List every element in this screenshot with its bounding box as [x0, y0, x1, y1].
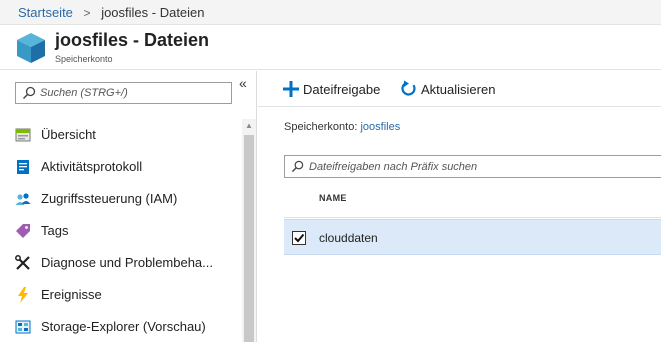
- scrollbar-thumb[interactable]: [244, 135, 254, 342]
- sidebar-search-box[interactable]: [15, 82, 232, 104]
- storage-account-label: Speicherkonto:: [284, 121, 358, 133]
- sidebar-item-label: Aktivitätsprotokoll: [41, 159, 143, 174]
- sidebar-item-label: Übersicht: [41, 127, 96, 142]
- breadcrumb: Startseite > joosfiles - Dateien: [0, 0, 661, 25]
- sidebar-search-input[interactable]: [40, 84, 228, 102]
- refresh-button[interactable]: Aktualisieren: [400, 79, 505, 99]
- table-row[interactable]: clouddaten: [284, 219, 661, 255]
- row-checkbox[interactable]: [292, 231, 306, 245]
- page-title: joosfiles - Dateien: [55, 30, 210, 50]
- storage-explorer-icon: [15, 320, 31, 334]
- share-search-input[interactable]: [309, 158, 649, 176]
- search-icon: [22, 86, 36, 100]
- page-header: joosfiles - Dateien Speicherkonto: [0, 25, 661, 70]
- sidebar-item-label: Zugriffssteuerung (IAM): [41, 191, 178, 206]
- file-share-name: clouddaten: [319, 231, 378, 245]
- breadcrumb-current: joosfiles - Dateien: [101, 5, 205, 20]
- toolbar: Dateifreigabe Aktualisieren: [258, 71, 661, 107]
- refresh-icon: [401, 80, 416, 96]
- page-subtitle: Speicherkonto: [55, 54, 113, 64]
- share-search-box[interactable]: [284, 155, 661, 178]
- main-content: Dateifreigabe Aktualisieren Speicherkont…: [258, 71, 661, 342]
- sidebar-item-tags[interactable]: Tags: [0, 215, 240, 247]
- sidebar-item-label: Tags: [41, 223, 69, 238]
- sidebar-nav: Übersicht Aktivitätsprotokoll Zugriffsst…: [0, 119, 240, 342]
- sidebar-item-label: Ereignisse: [41, 287, 102, 302]
- lightning-icon: [18, 287, 28, 303]
- search-icon: [291, 160, 304, 173]
- column-header-name[interactable]: NAME: [319, 193, 347, 203]
- breadcrumb-home-link[interactable]: Startseite: [18, 5, 73, 20]
- scroll-up-icon[interactable]: ▲: [245, 121, 253, 130]
- sidebar-item-activity-log[interactable]: Aktivitätsprotokoll: [0, 151, 240, 183]
- sidebar-item-diagnose[interactable]: Diagnose und Problembeha...: [0, 247, 240, 279]
- sidebar-item-label: Storage-Explorer (Vorschau): [41, 319, 206, 334]
- add-file-share-label: Dateifreigabe: [303, 82, 381, 97]
- sidebar-item-events[interactable]: Ereignisse: [0, 279, 240, 311]
- refresh-label: Aktualisieren: [421, 82, 496, 97]
- tag-icon: [16, 224, 30, 238]
- sidebar-scrollbar[interactable]: ▲: [242, 119, 256, 342]
- chevron-right-icon: >: [83, 6, 91, 20]
- sidebar: « Übersicht Aktivitätsprotokoll: [0, 71, 257, 342]
- header-divider: [284, 217, 661, 218]
- sidebar-item-iam[interactable]: Zugriffssteuerung (IAM): [0, 183, 240, 215]
- add-file-share-button[interactable]: Dateifreigabe: [282, 79, 382, 99]
- storage-cube-icon: [17, 33, 45, 63]
- overview-icon: [15, 128, 31, 142]
- collapse-sidebar-button[interactable]: «: [239, 75, 247, 91]
- storage-account-line: Speicherkonto: joosfiles: [284, 121, 400, 133]
- activity-log-icon: [17, 160, 29, 174]
- storage-account-link[interactable]: joosfiles: [360, 121, 400, 133]
- sidebar-item-overview[interactable]: Übersicht: [0, 119, 240, 151]
- plus-icon: [283, 81, 299, 97]
- checkmark-icon: [294, 233, 305, 243]
- sidebar-item-label: Diagnose und Problembeha...: [41, 255, 214, 270]
- iam-icon: [15, 193, 31, 205]
- sidebar-item-storage-explorer[interactable]: Storage-Explorer (Vorschau): [0, 311, 240, 342]
- wrench-icon: [15, 255, 30, 270]
